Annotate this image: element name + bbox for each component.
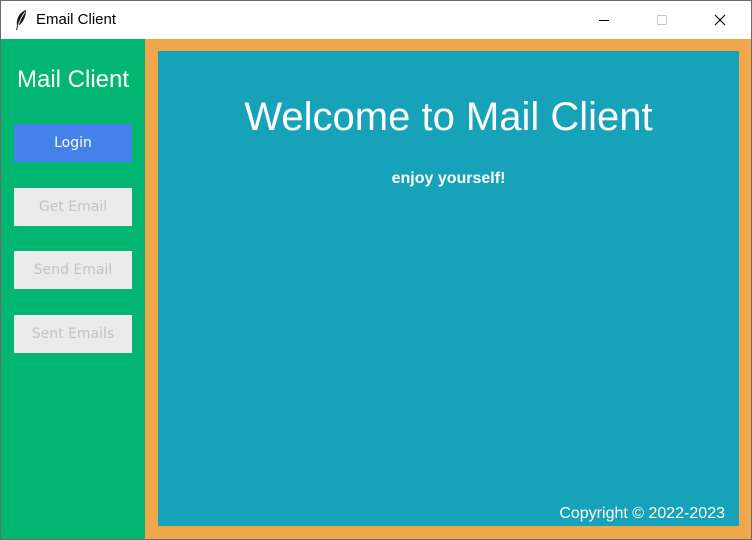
close-icon bbox=[714, 11, 726, 30]
title-bar[interactable]: Email Client bbox=[1, 1, 751, 39]
login-button[interactable]: Login bbox=[14, 124, 132, 162]
welcome-heading: Welcome to Mail Client bbox=[244, 95, 653, 139]
maximize-icon bbox=[656, 11, 668, 30]
main-frame: Welcome to Mail Client enjoy yourself! C… bbox=[145, 39, 751, 539]
sidebar: Mail Client Login Get Email Send Email S… bbox=[1, 39, 145, 539]
feather-icon bbox=[13, 9, 29, 31]
get-email-button[interactable]: Get Email bbox=[14, 188, 132, 226]
sidebar-title: Mail Client bbox=[16, 66, 130, 93]
copyright-text: Copyright © 2022-2023 bbox=[559, 505, 725, 522]
minimize-icon bbox=[598, 11, 610, 30]
main-panel: Welcome to Mail Client enjoy yourself! C… bbox=[158, 51, 739, 526]
close-button[interactable] bbox=[697, 1, 743, 39]
send-email-button[interactable]: Send Email bbox=[14, 251, 132, 289]
app-window: Email Client Mail Client Login Get Email… bbox=[0, 0, 752, 540]
maximize-button[interactable] bbox=[639, 1, 685, 39]
sent-emails-button[interactable]: Sent Emails bbox=[14, 315, 132, 353]
minimize-button[interactable] bbox=[581, 1, 627, 39]
welcome-subtitle: enjoy yourself! bbox=[391, 170, 506, 187]
window-title: Email Client bbox=[36, 11, 117, 28]
